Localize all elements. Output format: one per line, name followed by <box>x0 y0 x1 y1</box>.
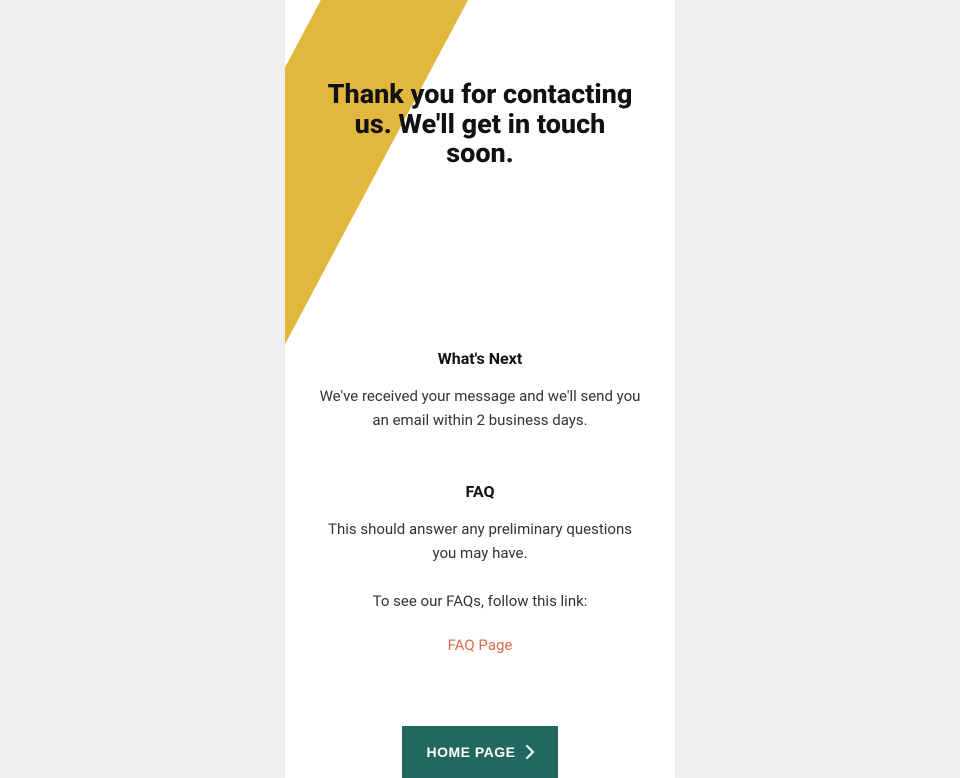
faq-body: This should answer any preliminary quest… <box>315 517 645 565</box>
faq-section: FAQ This should answer any preliminary q… <box>315 482 645 694</box>
headline: Thank you for contacting us. We'll get i… <box>315 80 645 169</box>
confirmation-card: Thank you for contacting us. We'll get i… <box>285 0 675 778</box>
faq-link[interactable]: FAQ Page <box>448 636 513 654</box>
chevron-right-icon <box>526 745 534 759</box>
whats-next-title: What's Next <box>315 349 645 368</box>
faq-title: FAQ <box>315 482 645 501</box>
home-page-button[interactable]: HOME PAGE <box>402 726 557 778</box>
home-page-button-label: HOME PAGE <box>426 744 515 760</box>
content-area: Thank you for contacting us. We'll get i… <box>285 80 675 778</box>
whats-next-section: What's Next We've received your message … <box>315 349 645 432</box>
faq-lead: To see our FAQs, follow this link: <box>315 589 645 613</box>
whats-next-body: We've received your message and we'll se… <box>315 384 645 432</box>
